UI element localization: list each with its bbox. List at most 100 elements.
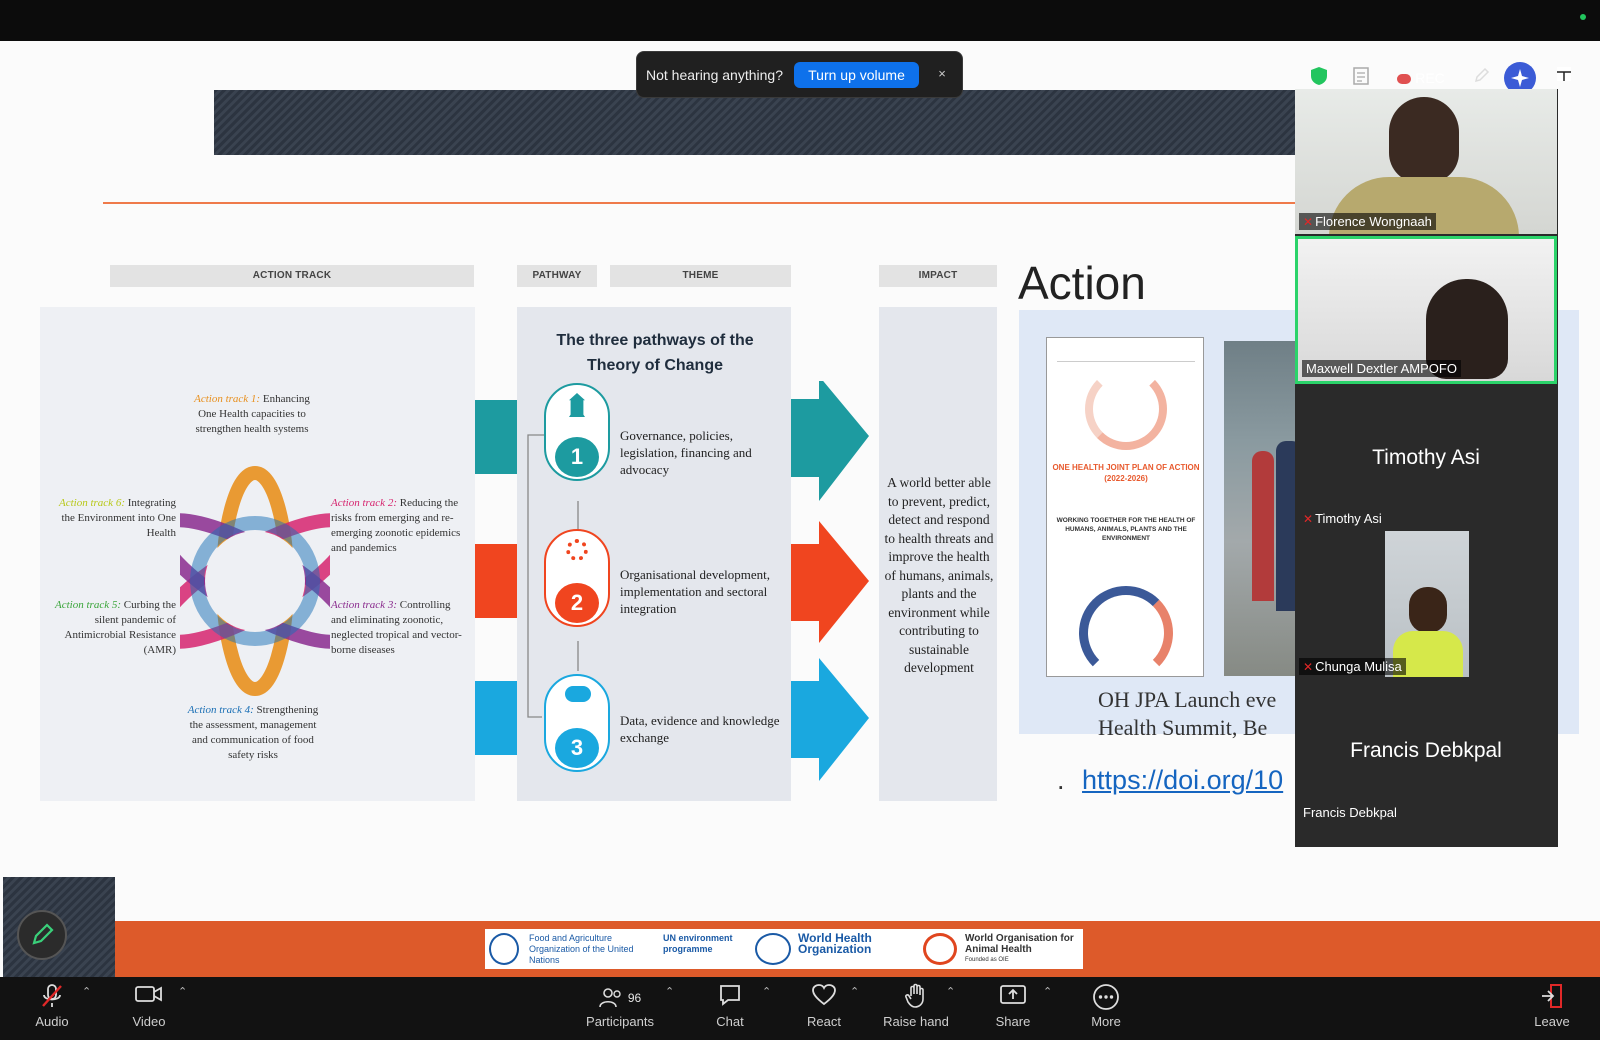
banner-close-icon[interactable]: × <box>932 64 952 84</box>
pathway-3-text: Data, evidence and knowledge exchange <box>620 713 780 745</box>
pathway-1-number: 1 <box>555 437 599 477</box>
caption-line-2: Health Summit, Be <box>1098 715 1268 740</box>
tile-chunga[interactable]: ✕ Chunga Mulisa <box>1295 531 1557 679</box>
photo-caption: OH JPA Launch eve Health Summit, Be <box>1098 686 1276 742</box>
action-heading: Action <box>1018 257 1146 309</box>
action-track-3: Action track 3: Controlling and eliminat… <box>331 598 466 658</box>
video-options-caret-icon[interactable]: ⌃ <box>178 985 187 998</box>
doi-bullet: . <box>1057 765 1065 795</box>
header-theme: THEME <box>610 265 791 287</box>
action-track-flower-diagram <box>180 466 330 696</box>
joint-plan-cover: ONE HEALTH JOINT PLAN OF ACTION (2022-20… <box>1046 337 1204 680</box>
doi-reference: . https://doi.org/10 <box>1057 765 1283 796</box>
pathway-2-badge: 2 <box>544 529 610 627</box>
transcript-icon[interactable] <box>1349 66 1373 90</box>
audio-label: Audio <box>35 1014 69 1029</box>
muted-mic-icon: ✕ <box>1303 512 1314 526</box>
participants-options-caret-icon[interactable]: ⌃ <box>665 985 674 998</box>
raise-hand-label: Raise hand <box>883 1014 949 1029</box>
participant-video-face <box>1409 587 1447 633</box>
chat-button[interactable]: Chat <box>710 983 750 1029</box>
raise-hand-icon <box>880 983 952 1011</box>
unep-logo-text: UN environment programme <box>663 933 733 954</box>
participant-video <box>1389 97 1459 183</box>
raise-hand-button[interactable]: Raise hand <box>880 983 952 1029</box>
pencil-icon <box>32 923 54 945</box>
share-label: Share <box>995 1014 1031 1029</box>
pathway-1-badge: 1 <box>544 383 610 481</box>
gear-icon <box>566 539 588 561</box>
leave-button[interactable]: Leave <box>1530 983 1574 1029</box>
share-button[interactable]: Share <box>993 983 1033 1029</box>
who-logo-text: World Health Organization <box>798 931 872 956</box>
cover-arc-bottom <box>1079 586 1173 680</box>
arrow-2 <box>791 521 869 643</box>
tile-francis[interactable]: Francis Debkpal Francis Debkpal <box>1295 681 1557 825</box>
institution-icon <box>569 393 585 417</box>
share-options-caret-icon[interactable]: ⌃ <box>1043 985 1052 998</box>
name-tag: Francis Debkpal <box>1299 804 1401 821</box>
woah-emblem-icon <box>923 933 957 965</box>
muted-mic-icon: ✕ <box>1303 660 1314 674</box>
cover-title: ONE HEALTH JOINT PLAN OF ACTION (2022-20… <box>1052 463 1200 483</box>
zoom-meeting-window: ACTION TRACK PATHWAY THEME IMPACT Action… <box>0 0 1600 1040</box>
caption-line-1: OH JPA Launch eve <box>1098 687 1277 712</box>
header-pathway: PATHWAY <box>517 265 597 287</box>
name-tag: ✕ Chunga Mulisa <box>1299 658 1406 675</box>
participants-label: Participants <box>586 1014 654 1029</box>
annotate-button[interactable] <box>17 910 67 960</box>
action-track-1: Action track 1: Enhancing One Health cap… <box>188 392 316 437</box>
slide-divider <box>103 202 1303 204</box>
cover-subtitle: WORKING TOGETHER FOR THE HEALTH OF HUMAN… <box>1056 517 1196 542</box>
video-camera-icon <box>124 983 174 1011</box>
impact-statement: A world better able to prevent, predict,… <box>884 475 994 675</box>
audio-button[interactable]: Audio <box>28 983 76 1029</box>
participant-name: Maxwell Dextler AMPOFO <box>1306 361 1457 376</box>
action-track-6-label: Action track 6: <box>59 497 125 509</box>
muted-microphone-icon <box>28 983 76 1011</box>
flower-center <box>205 531 305 631</box>
tile-timothy[interactable]: Timothy Asi ✕ Timothy Asi <box>1295 386 1557 531</box>
woah-logo-subtext: Founded as OIE <box>965 957 1009 963</box>
raise-hand-options-caret-icon[interactable]: ⌃ <box>946 985 955 998</box>
title-bar <box>0 0 1600 41</box>
action-track-4-label: Action track 4: <box>187 704 254 716</box>
header-action-track: ACTION TRACK <box>110 265 474 287</box>
participant-name: Florence Wongnaah <box>1315 214 1432 229</box>
participants-button[interactable]: 96 Participants <box>578 983 662 1029</box>
audio-options-caret-icon[interactable]: ⌃ <box>82 985 91 998</box>
participant-display-name: Francis Debkpal <box>1350 739 1502 762</box>
video-button[interactable]: Video <box>124 983 174 1029</box>
video-label: Video <box>132 1014 166 1029</box>
turn-up-volume-button[interactable]: Turn up volume <box>794 62 919 88</box>
status-dot <box>1580 14 1586 20</box>
leave-door-icon <box>1530 983 1574 1011</box>
muted-mic-icon: ✕ <box>1303 215 1314 229</box>
recording-indicator[interactable]: REC <box>1388 66 1454 90</box>
cover-arc-top <box>1085 368 1167 450</box>
react-options-caret-icon[interactable]: ⌃ <box>850 985 859 998</box>
more-button[interactable]: More <box>1087 983 1125 1029</box>
arrow-1 <box>791 381 869 501</box>
video-tile-maxwell-active-speaker[interactable]: Maxwell Dextler AMPOFO <box>1295 236 1557 384</box>
doi-link[interactable]: https://doi.org/10 <box>1082 765 1283 795</box>
action-track-2: Action track 2: Reducing the risks from … <box>331 496 466 556</box>
participant-video <box>1385 531 1469 677</box>
name-tag: Maxwell Dextler AMPOFO <box>1302 360 1461 377</box>
action-track-5-label: Action track 5: <box>55 599 121 611</box>
who-emblem-icon <box>755 933 791 965</box>
cover-logo-strip <box>1057 348 1195 362</box>
react-label: React <box>807 1014 841 1029</box>
edit-pencil-icon[interactable] <box>1470 66 1494 90</box>
partner-logos: Food and Agriculture Organization of the… <box>485 929 1083 969</box>
leave-label: Leave <box>1534 1014 1570 1029</box>
chat-options-caret-icon[interactable]: ⌃ <box>762 985 771 998</box>
video-tile-florence[interactable]: ✕ Florence Wongnaah <box>1295 89 1557 234</box>
participant-display-name: Timothy Asi <box>1372 446 1480 469</box>
action-track-1-label: Action track 1: <box>194 393 261 405</box>
header-impact: IMPACT <box>879 265 997 287</box>
fao-emblem-icon <box>489 933 519 965</box>
react-button[interactable]: React <box>800 983 848 1029</box>
gallery-view-icon[interactable] <box>1552 66 1576 90</box>
security-shield-icon[interactable] <box>1307 66 1331 90</box>
